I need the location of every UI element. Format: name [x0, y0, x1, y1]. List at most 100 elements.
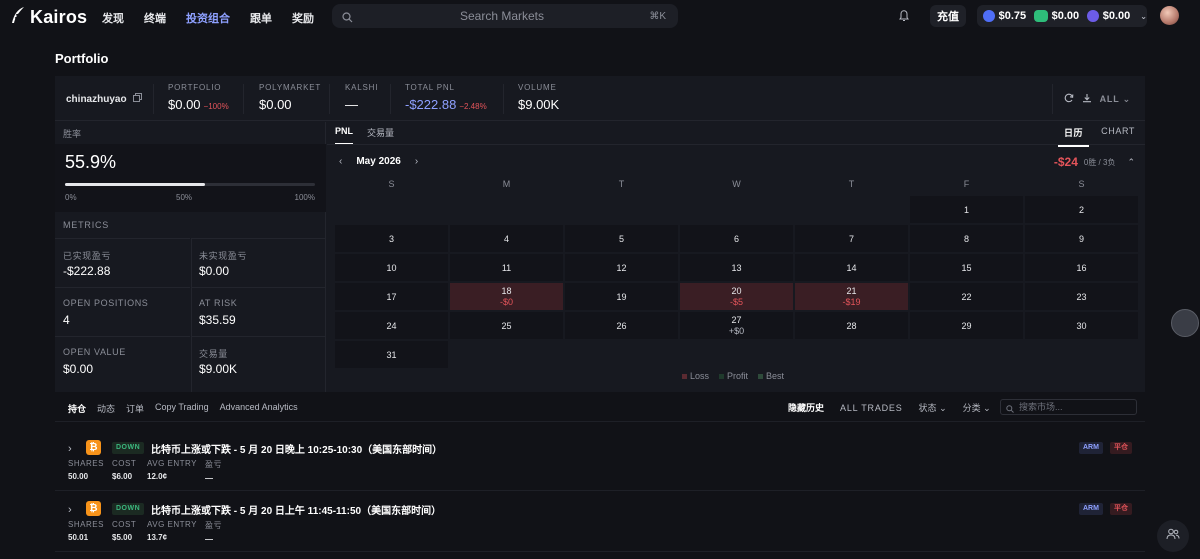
day-number: 26 [616, 321, 627, 331]
brand-logo[interactable]: Kairos [10, 6, 87, 29]
nav-item-copy-trade[interactable]: 跟单 [250, 10, 272, 26]
community-button[interactable] [1157, 520, 1189, 552]
calendar-day[interactable]: 19 [565, 283, 678, 310]
floating-avatar-button[interactable] [1171, 309, 1199, 337]
tab-positions[interactable]: 持仓 [68, 402, 86, 415]
side-badge: DOWN [112, 503, 145, 515]
tab-advanced-analytics[interactable]: Advanced Analytics [220, 402, 298, 415]
calendar-day[interactable]: 12 [565, 254, 678, 281]
day-number: 6 [733, 234, 739, 244]
tab-copy-trading[interactable]: Copy Trading [155, 402, 209, 415]
wallet-balances[interactable]: $0.75 $0.00 $0.00 ⌄ [977, 5, 1147, 27]
arm-badge[interactable]: ARM [1079, 503, 1103, 515]
hide-history-toggle[interactable]: 隐藏历史 [788, 401, 824, 414]
stat-polymarket: POLYMARKET $0.00 [259, 83, 321, 112]
calendar-day[interactable]: 11 [450, 254, 563, 281]
search-markets-input[interactable]: Search Markets ⌘K [332, 4, 678, 28]
users-icon [1166, 527, 1180, 545]
calendar-day[interactable]: 23 [1025, 283, 1138, 310]
chevron-up-icon[interactable]: ⌃ [1127, 157, 1135, 168]
weekday-header: M [502, 179, 511, 189]
calendar-day[interactable]: 18 -$0 [450, 283, 563, 310]
nav-item-terminal[interactable]: 终端 [144, 10, 166, 26]
metric-value: $9.00K [199, 362, 238, 376]
weekday-header: S [388, 179, 395, 189]
arm-badge[interactable]: ARM [1079, 442, 1103, 454]
tab-volume[interactable]: 交易量 [367, 126, 394, 145]
calendar-day[interactable]: 20 -$5 [680, 283, 793, 310]
tab-activity[interactable]: 动态 [97, 402, 115, 415]
page-title: Portfolio [55, 51, 109, 66]
day-pnl: +$0 [728, 326, 745, 336]
chevron-right-icon[interactable]: › [68, 504, 72, 516]
calendar-day[interactable]: 2 [1025, 196, 1138, 223]
calendar-day[interactable]: 14 [795, 254, 908, 281]
status-dropdown[interactable]: 状态 ⌄ [919, 401, 947, 414]
filter-dropdown[interactable]: ALL ⌄ [1100, 94, 1131, 105]
legend-profit: Profit [719, 371, 748, 381]
all-trades-button[interactable]: ALL TRADES [840, 403, 903, 413]
metric-value: $0.00 [63, 362, 94, 376]
day-number: 29 [961, 321, 972, 331]
calendar-day[interactable]: 6 [680, 225, 793, 252]
calendar-day[interactable]: 30 [1025, 312, 1138, 339]
calendar-day[interactable]: 26 [565, 312, 678, 339]
metric-open-value: OPEN VALUE $0.00 [55, 336, 190, 385]
metrics-label: METRICS [63, 220, 110, 230]
tab-orders[interactable]: 订单 [126, 402, 144, 415]
chevron-left-icon[interactable]: ‹ [339, 156, 342, 167]
close-position-button[interactable]: 平仓 [1110, 503, 1132, 515]
calendar-day[interactable]: 29 [910, 312, 1023, 339]
chevron-right-icon[interactable]: › [415, 156, 418, 167]
close-position-button[interactable]: 平仓 [1110, 442, 1132, 454]
calendar-day[interactable]: 5 [565, 225, 678, 252]
calendar-day[interactable]: 1 [910, 196, 1023, 223]
calendar-day[interactable]: 21 -$19 [795, 283, 908, 310]
filter-label: ALL [1099, 93, 1120, 104]
calendar-day[interactable]: 16 [1025, 254, 1138, 281]
calendar-day[interactable]: 24 [335, 312, 448, 339]
avatar[interactable] [1160, 6, 1179, 25]
market-title[interactable]: 比特币上涨或下跌 - 5 月 20 日晚上 10:25-10:30（美国东部时间… [151, 441, 442, 456]
tab-pnl[interactable]: PNL [335, 126, 353, 145]
nav-item-rewards[interactable]: 奖励 [292, 10, 314, 26]
calendar-day[interactable]: 27 +$0 [680, 312, 793, 339]
calendar-day[interactable]: 17 [335, 283, 448, 310]
calendar-day[interactable]: 25 [450, 312, 563, 339]
calendar-day[interactable]: 31 [335, 341, 448, 368]
metric-open-positions: OPEN POSITIONS 4 [55, 287, 190, 336]
stat-shares: SHARES 50.00 [68, 459, 104, 481]
chart-metric-tabs: PNL 交易量 [335, 126, 394, 145]
kalshi-coin-icon [1034, 10, 1048, 22]
download-icon[interactable] [1082, 93, 1092, 105]
positions-controls: 隐藏历史 ALL TRADES 状态 ⌄ 分类 ⌄ [788, 401, 991, 414]
winrate-card: 55.9% 0% 50% 100% [55, 144, 326, 212]
calendar-day[interactable]: 28 [795, 312, 908, 339]
copy-icon[interactable] [132, 93, 142, 105]
calendar-day[interactable]: 4 [450, 225, 563, 252]
calendar-day[interactable]: 3 [335, 225, 448, 252]
metric-value: $0.00 [199, 264, 230, 278]
category-dropdown[interactable]: 分类 ⌄ [963, 401, 991, 414]
weekday-header: F [963, 179, 970, 189]
deposit-button[interactable]: 充值 [930, 5, 966, 27]
market-search-input[interactable]: 搜索市场... [1000, 399, 1137, 415]
calendar-day[interactable]: 7 [795, 225, 908, 252]
chevron-right-icon[interactable]: › [68, 443, 72, 455]
calendar-day[interactable]: 8 [910, 225, 1023, 252]
bell-icon[interactable] [898, 9, 910, 27]
refresh-icon[interactable] [1064, 93, 1074, 105]
day-number: 18 [501, 286, 512, 296]
calendar-day[interactable]: 9 [1025, 225, 1138, 252]
position-row[interactable]: › ₿ DOWN 比特币上涨或下跌 - 5 月 20 日晚上 10:25-10:30（… [55, 438, 1145, 498]
portfolio-panel: chinazhuyao PORTFOLIO $0.00 −100% POLYMAR… [55, 76, 1145, 392]
calendar-day[interactable]: 15 [910, 254, 1023, 281]
calendar-day[interactable]: 10 [335, 254, 448, 281]
summary-bar: chinazhuyao PORTFOLIO $0.00 −100% POLYMAR… [55, 76, 1145, 121]
nav-item-portfolio[interactable]: 投资组合 [186, 10, 230, 26]
position-row[interactable]: › ₿ DOWN 比特币上涨或下跌 - 5 月 20 日上午 11:45-11:50（… [55, 499, 1145, 559]
nav-item-discover[interactable]: 发现 [102, 10, 124, 26]
calendar-day[interactable]: 22 [910, 283, 1023, 310]
market-title[interactable]: 比特币上涨或下跌 - 5 月 20 日上午 11:45-11:50（美国东部时间… [151, 502, 441, 517]
calendar-day[interactable]: 13 [680, 254, 793, 281]
